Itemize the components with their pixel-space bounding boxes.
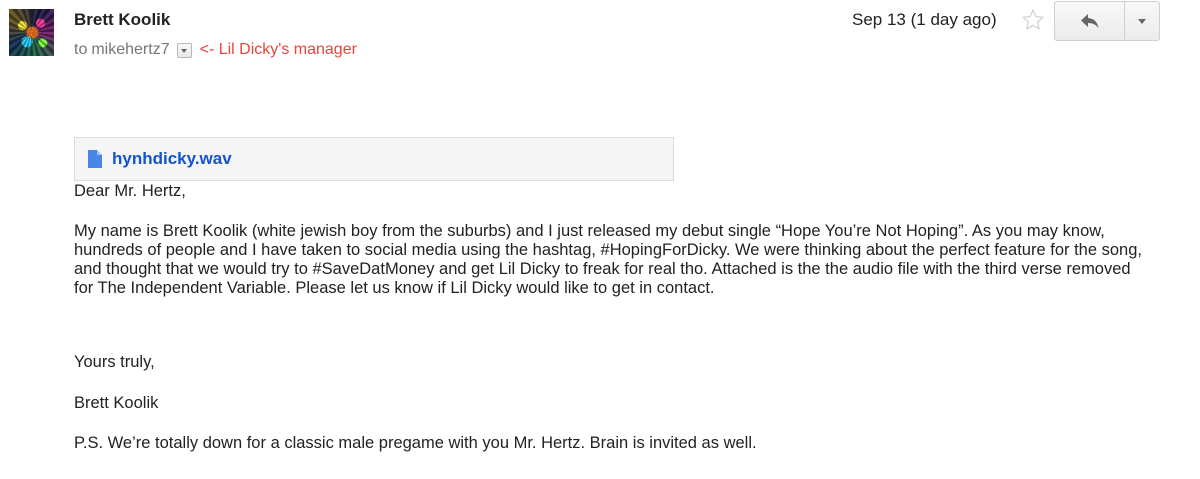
avatar[interactable] [9, 9, 54, 56]
attachment-chip[interactable]: hynhdicky.wav [74, 137, 674, 181]
recipient-name: mikehertz7 [91, 41, 170, 58]
reply-icon [1080, 14, 1098, 28]
manager-annotation: <- Lil Dicky's manager [199, 41, 357, 58]
file-icon [88, 150, 102, 168]
sender-name[interactable]: Brett Koolik [74, 9, 170, 31]
star-icon[interactable] [1021, 8, 1045, 32]
chevron-down-icon[interactable] [176, 42, 192, 58]
greeting: Dear Mr. Hertz, [74, 182, 186, 200]
attachment-filename[interactable]: hynhdicky.wav [112, 149, 232, 169]
signature: Brett Koolik [74, 394, 159, 412]
postscript: P.S. We’re totally down for a classic ma… [74, 434, 757, 452]
message-paragraph: My name is Brett Koolik (white jewish bo… [74, 222, 1142, 297]
recipient-line: to mikehertz7 <- Lil Dicky's manager [74, 39, 357, 61]
to-prefix: to [74, 41, 88, 58]
reply-button[interactable] [1054, 1, 1125, 41]
more-options-button[interactable] [1124, 1, 1160, 41]
closing: Yours truly, [74, 353, 155, 371]
message-date: Sep 13 (1 day ago) [852, 10, 997, 29]
